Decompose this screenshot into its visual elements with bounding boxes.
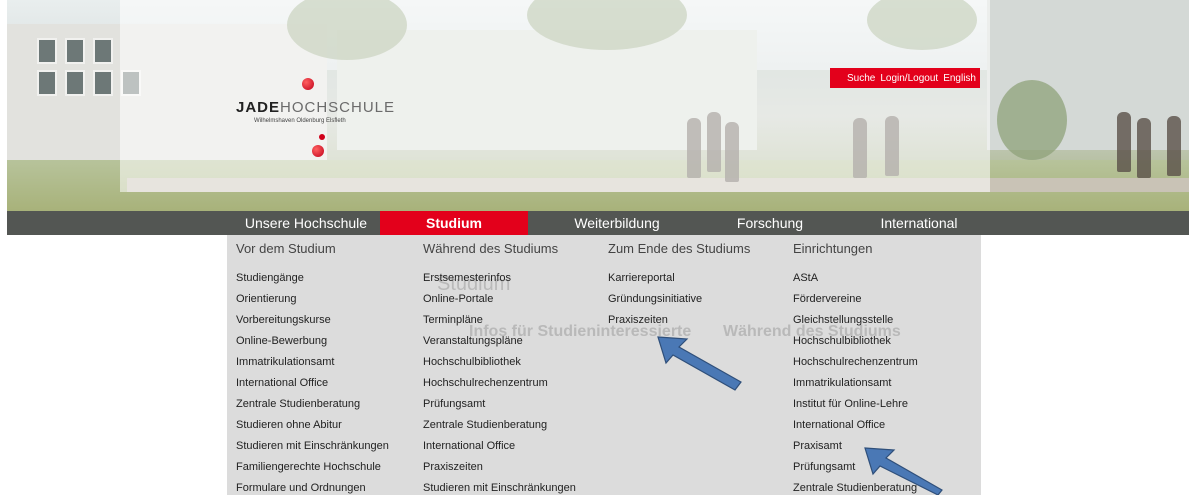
menu-link[interactable]: AStA bbox=[793, 272, 918, 293]
menu-link[interactable]: Studieren mit Einschränkungen bbox=[236, 440, 389, 461]
menu-link[interactable]: Familiengerechte Hochschule bbox=[236, 461, 389, 482]
logo-dot-icon bbox=[302, 78, 314, 90]
nav-item-weiterbildung[interactable]: Weiterbildung bbox=[543, 211, 691, 235]
menu-link[interactable]: Karriereportal bbox=[608, 272, 702, 293]
nav-item-forschung[interactable]: Forschung bbox=[697, 211, 843, 235]
menu-link[interactable]: Orientierung bbox=[236, 293, 389, 314]
menu-link[interactable]: Fördervereine bbox=[793, 293, 918, 314]
menu-link-praxiszeiten[interactable]: Praxiszeiten bbox=[608, 314, 702, 335]
menu-link[interactable]: Immatrikulationsamt bbox=[236, 356, 389, 377]
menu-link[interactable]: Gründungsinitiative bbox=[608, 293, 702, 314]
menu-link[interactable]: Institut für Online-Lehre bbox=[793, 398, 918, 419]
logo-dot-icon bbox=[319, 134, 325, 140]
menu-link[interactable]: Erstsemesterinfos bbox=[423, 272, 576, 293]
page: JADEHOCHSCHULE Wilhelmshaven Oldenburg E… bbox=[0, 0, 1196, 495]
annotation-arrow-icon bbox=[864, 447, 943, 495]
menu-link[interactable]: Studieren ohne Abitur bbox=[236, 419, 389, 440]
menu-link[interactable]: International Office bbox=[423, 440, 576, 461]
menu-link[interactable]: Terminpläne bbox=[423, 314, 576, 335]
menu-link[interactable]: Hochschulbibliothek bbox=[793, 335, 918, 356]
jade-hochschule-logo[interactable]: JADEHOCHSCHULE Wilhelmshaven Oldenburg E… bbox=[228, 78, 428, 168]
menu-link[interactable]: Gleichstellungsstelle bbox=[793, 314, 918, 335]
menu-link[interactable]: Studieren mit Einschränkungen bbox=[423, 482, 576, 495]
menu-link[interactable]: Zentrale Studienberatung bbox=[423, 419, 576, 440]
menu-link[interactable]: Praxiszeiten bbox=[423, 461, 576, 482]
menu-column-heading: Vor dem Studium bbox=[236, 241, 336, 256]
header-photo bbox=[7, 0, 1189, 211]
menu-link[interactable]: Online-Bewerbung bbox=[236, 335, 389, 356]
menu-link[interactable]: Online-Portale bbox=[423, 293, 576, 314]
search-link[interactable]: Suche bbox=[847, 73, 875, 84]
menu-link[interactable]: Studiengänge bbox=[236, 272, 389, 293]
utility-links: Suche Login/Logout English bbox=[830, 68, 980, 88]
menu-link[interactable]: Formulare und Ordnungen bbox=[236, 482, 389, 495]
nav-item-unsere-hochschule[interactable]: Unsere Hochschule bbox=[230, 211, 382, 235]
menu-link[interactable]: Zentrale Studienberatung bbox=[236, 398, 389, 419]
logo-subtitle: Wilhelmshaven Oldenburg Elsfleth bbox=[254, 118, 346, 124]
menu-column-heading: Einrichtungen bbox=[793, 241, 873, 256]
menu-column-heading: Während des Studiums bbox=[423, 241, 559, 256]
menu-link[interactable]: Veranstaltungspläne bbox=[423, 335, 576, 356]
main-nav: Unsere Hochschule Studium Weiterbildung … bbox=[7, 211, 1189, 235]
nav-item-studium[interactable]: Studium bbox=[380, 211, 528, 235]
menu-column-heading: Zum Ende des Studiums bbox=[608, 241, 751, 256]
logo-dot-icon bbox=[312, 145, 324, 157]
menu-link[interactable]: Vorbereitungskurse bbox=[236, 314, 389, 335]
annotation-arrow-icon bbox=[657, 336, 742, 391]
login-logout-link[interactable]: Login/Logout bbox=[880, 73, 938, 84]
english-link[interactable]: English bbox=[943, 73, 976, 84]
menu-link[interactable]: International Office bbox=[236, 377, 389, 398]
menu-link[interactable]: Hochschulrechenzentrum bbox=[793, 356, 918, 377]
nav-item-international[interactable]: International bbox=[845, 211, 993, 235]
menu-link[interactable]: International Office bbox=[793, 419, 918, 440]
menu-link[interactable]: Immatrikulationsamt bbox=[793, 377, 918, 398]
menu-link[interactable]: Hochschulbibliothek bbox=[423, 356, 576, 377]
logo-wordmark: JADEHOCHSCHULE bbox=[236, 99, 396, 116]
menu-link[interactable]: Hochschulrechenzentrum bbox=[423, 377, 576, 398]
menu-link[interactable]: Prüfungsamt bbox=[423, 398, 576, 419]
